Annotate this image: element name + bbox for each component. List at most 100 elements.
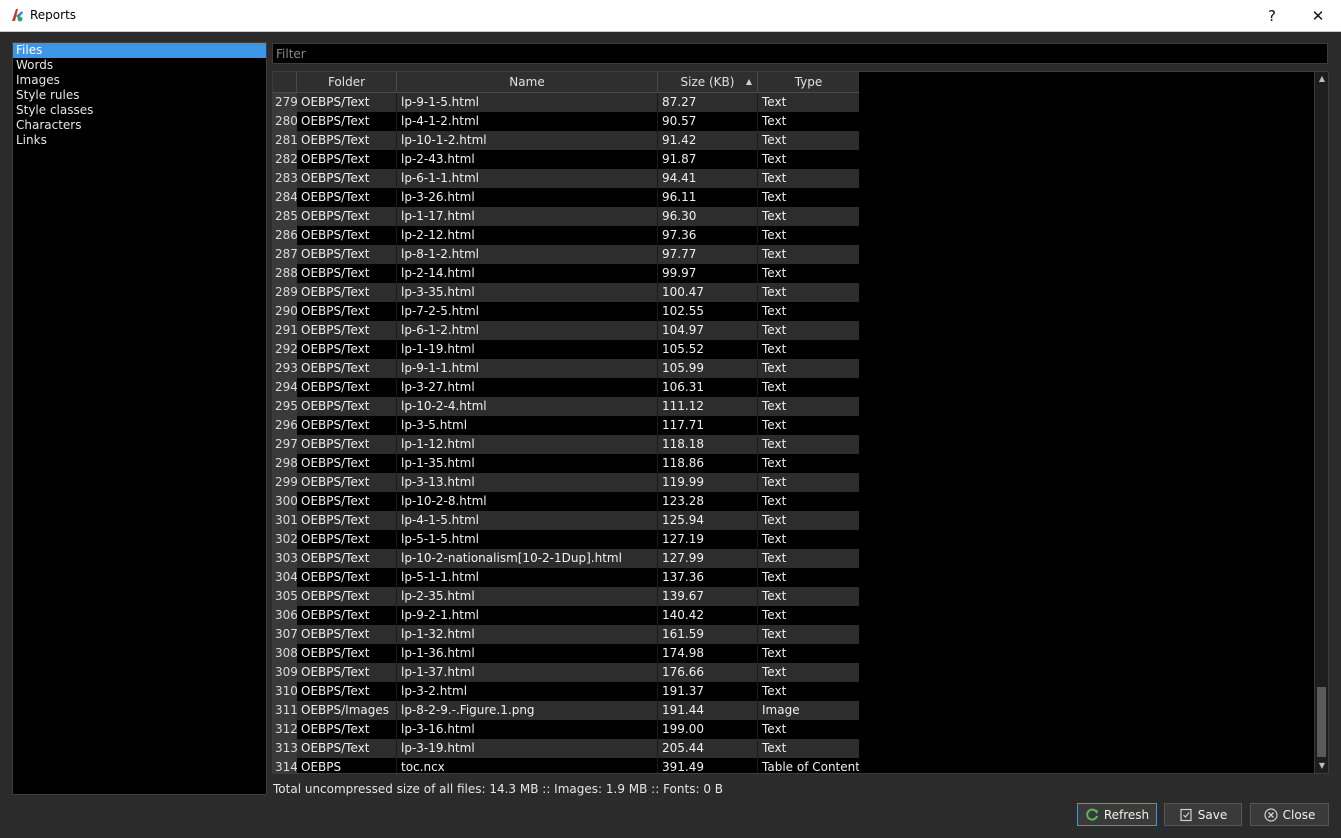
cell-size: 105.99 xyxy=(658,359,758,378)
sidebar-item-files[interactable]: Files xyxy=(13,43,266,58)
cell-type: Text xyxy=(758,416,859,435)
cell-name: lp-3-26.html xyxy=(397,188,658,207)
table-row[interactable]: 281 OEBPS/Text lp-10-1-2.html 91.42 Text xyxy=(273,131,859,150)
table-row[interactable]: 302 OEBPS/Text lp-5-1-5.html 127.19 Text xyxy=(273,530,859,549)
table-row[interactable]: 312 OEBPS/Text lp-3-16.html 199.00 Text xyxy=(273,720,859,739)
table-row[interactable]: 279 OEBPS/Text lp-9-1-5.html 87.27 Text xyxy=(273,93,859,112)
scroll-down-icon[interactable]: ▼ xyxy=(1315,759,1329,773)
table-row[interactable]: 280 OEBPS/Text lp-4-1-2.html 90.57 Text xyxy=(273,112,859,131)
close-button[interactable]: Close xyxy=(1250,803,1329,826)
row-number: 292 xyxy=(273,340,297,359)
vertical-scrollbar[interactable]: ▲ ▼ xyxy=(1314,72,1328,773)
sidebar-item-style-rules[interactable]: Style rules xyxy=(13,88,266,103)
cell-size: 104.97 xyxy=(658,321,758,340)
report-type-list[interactable]: Files Words Images Style rules Style classes… xyxy=(12,42,267,795)
cell-type: Text xyxy=(758,473,859,492)
table-row[interactable]: 291 OEBPS/Text lp-6-1-2.html 104.97 Text xyxy=(273,321,859,340)
help-button[interactable]: ? xyxy=(1249,0,1295,31)
column-header-folder[interactable]: Folder xyxy=(297,72,397,92)
cell-folder: OEBPS/Text xyxy=(297,530,397,549)
table-row[interactable]: 288 OEBPS/Text lp-2-14.html 99.97 Text xyxy=(273,264,859,283)
cell-size: 117.71 xyxy=(658,416,758,435)
table-row[interactable]: 301 OEBPS/Text lp-4-1-5.html 125.94 Text xyxy=(273,511,859,530)
row-number: 313 xyxy=(273,739,297,758)
sidebar-item-style-classes[interactable]: Style classes xyxy=(13,103,266,118)
table-row[interactable]: 285 OEBPS/Text lp-1-17.html 96.30 Text xyxy=(273,207,859,226)
cell-type: Text xyxy=(758,435,859,454)
cell-name: lp-3-16.html xyxy=(397,720,658,739)
cell-name: lp-5-1-5.html xyxy=(397,530,658,549)
status-summary: Total uncompressed size of all files: 14… xyxy=(273,782,723,796)
table-row[interactable]: 298 OEBPS/Text lp-1-35.html 118.86 Text xyxy=(273,454,859,473)
cell-folder: OEBPS/Text xyxy=(297,169,397,188)
table-row[interactable]: 296 OEBPS/Text lp-3-5.html 117.71 Text xyxy=(273,416,859,435)
cell-size: 100.47 xyxy=(658,283,758,302)
table-row[interactable]: 286 OEBPS/Text lp-2-12.html 97.36 Text xyxy=(273,226,859,245)
cell-name: lp-10-2-nationalism[10-2-1Dup].html xyxy=(397,549,658,568)
row-number: 311 xyxy=(273,701,297,720)
table-row[interactable]: 309 OEBPS/Text lp-1-37.html 176.66 Text xyxy=(273,663,859,682)
cell-size: 191.37 xyxy=(658,682,758,701)
table-row[interactable]: 297 OEBPS/Text lp-1-12.html 118.18 Text xyxy=(273,435,859,454)
table-row[interactable]: 308 OEBPS/Text lp-1-36.html 174.98 Text xyxy=(273,644,859,663)
cell-size: 391.49 xyxy=(658,758,758,773)
table-row[interactable]: 306 OEBPS/Text lp-9-2-1.html 140.42 Text xyxy=(273,606,859,625)
cell-name: lp-1-37.html xyxy=(397,663,658,682)
sidebar-item-links[interactable]: Links xyxy=(13,133,266,148)
table-row[interactable]: 290 OEBPS/Text lp-7-2-5.html 102.55 Text xyxy=(273,302,859,321)
table-row[interactable]: 283 OEBPS/Text lp-6-1-1.html 94.41 Text xyxy=(273,169,859,188)
table-row[interactable]: 300 OEBPS/Text lp-10-2-8.html 123.28 Text xyxy=(273,492,859,511)
sidebar-item-words[interactable]: Words xyxy=(13,58,266,73)
cell-name: lp-3-5.html xyxy=(397,416,658,435)
table-row[interactable]: 287 OEBPS/Text lp-8-1-2.html 97.77 Text xyxy=(273,245,859,264)
table-row[interactable]: 313 OEBPS/Text lp-3-19.html 205.44 Text xyxy=(273,739,859,758)
cell-folder: OEBPS/Text xyxy=(297,93,397,112)
sidebar-item-images[interactable]: Images xyxy=(13,73,266,88)
table-row[interactable]: 305 OEBPS/Text lp-2-35.html 139.67 Text xyxy=(273,587,859,606)
scroll-up-icon[interactable]: ▲ xyxy=(1315,72,1329,86)
table-row[interactable]: 289 OEBPS/Text lp-3-35.html 100.47 Text xyxy=(273,283,859,302)
scrollbar-thumb[interactable] xyxy=(1317,687,1326,757)
cell-type: Text xyxy=(758,644,859,663)
table-row[interactable]: 293 OEBPS/Text lp-9-1-1.html 105.99 Text xyxy=(273,359,859,378)
cell-folder: OEBPS xyxy=(297,758,397,773)
cell-type: Text xyxy=(758,302,859,321)
column-header-size[interactable]: Size (KB) ▲ xyxy=(658,72,758,92)
save-button[interactable]: Save xyxy=(1164,803,1242,826)
cell-type: Text xyxy=(758,568,859,587)
sidebar-item-characters[interactable]: Characters xyxy=(13,118,266,133)
cell-size: 140.42 xyxy=(658,606,758,625)
cell-name: lp-8-2-9.-.Figure.1.png xyxy=(397,701,658,720)
table-row[interactable]: 295 OEBPS/Text lp-10-2-4.html 111.12 Text xyxy=(273,397,859,416)
table-row[interactable]: 284 OEBPS/Text lp-3-26.html 96.11 Text xyxy=(273,188,859,207)
row-number: 280 xyxy=(273,112,297,131)
table-row[interactable]: 303 OEBPS/Text lp-10-2-nationalism[10-2-1D… xyxy=(273,549,859,568)
cell-folder: OEBPS/Text xyxy=(297,625,397,644)
filter-input[interactable] xyxy=(272,43,1328,64)
row-number: 304 xyxy=(273,568,297,587)
row-number: 310 xyxy=(273,682,297,701)
sigil-app-icon xyxy=(12,9,23,22)
column-header-type[interactable]: Type xyxy=(758,72,859,92)
close-circle-icon xyxy=(1264,807,1278,822)
row-number: 285 xyxy=(273,207,297,226)
table-row[interactable]: 304 OEBPS/Text lp-5-1-1.html 137.36 Text xyxy=(273,568,859,587)
files-table[interactable]: Folder Name Size (KB) ▲ Type 279 OEBPS/Te… xyxy=(272,71,1329,774)
refresh-button[interactable]: Refresh xyxy=(1077,803,1157,826)
column-header-name[interactable]: Name xyxy=(397,72,658,92)
cell-name: lp-2-14.html xyxy=(397,264,658,283)
cell-size: 161.59 xyxy=(658,625,758,644)
cell-type: Image xyxy=(758,701,859,720)
table-row[interactable]: 310 OEBPS/Text lp-3-2.html 191.37 Text xyxy=(273,682,859,701)
window-close-button[interactable]: ✕ xyxy=(1295,0,1341,31)
table-row[interactable]: 292 OEBPS/Text lp-1-19.html 105.52 Text xyxy=(273,340,859,359)
table-row[interactable]: 294 OEBPS/Text lp-3-27.html 106.31 Text xyxy=(273,378,859,397)
table-row[interactable]: 307 OEBPS/Text lp-1-32.html 161.59 Text xyxy=(273,625,859,644)
table-row[interactable]: 314 OEBPS toc.ncx 391.49 Table of Contents xyxy=(273,758,859,773)
cell-name: lp-10-2-4.html xyxy=(397,397,658,416)
table-row[interactable]: 311 OEBPS/Images lp-8-2-9.-.Figure.1.png 19… xyxy=(273,701,859,720)
table-row[interactable]: 299 OEBPS/Text lp-3-13.html 119.99 Text xyxy=(273,473,859,492)
cell-name: lp-1-35.html xyxy=(397,454,658,473)
table-row[interactable]: 282 OEBPS/Text lp-2-43.html 91.87 Text xyxy=(273,150,859,169)
cell-name: lp-9-1-1.html xyxy=(397,359,658,378)
